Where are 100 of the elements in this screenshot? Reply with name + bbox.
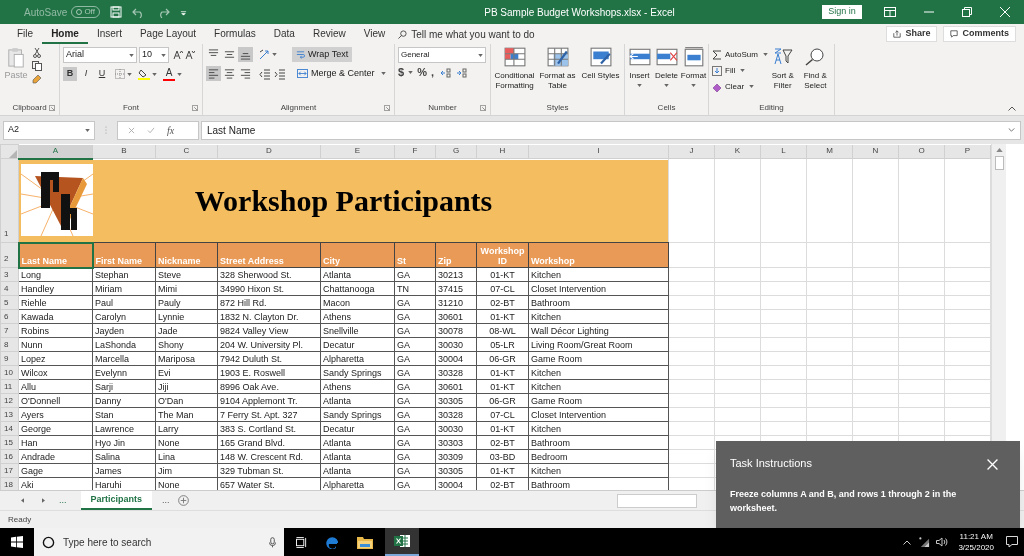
font-size-decrease-icon[interactable] bbox=[185, 50, 195, 60]
column-header[interactable]: O bbox=[898, 144, 945, 159]
caret-icon[interactable] bbox=[478, 53, 483, 57]
volume-icon[interactable] bbox=[936, 537, 949, 547]
font-style-button[interactable]: B bbox=[63, 67, 77, 81]
editing-button[interactable]: Clear bbox=[712, 80, 766, 93]
formula-field[interactable]: Last Name bbox=[201, 120, 1021, 140]
ribbon-tab[interactable]: Review bbox=[303, 24, 355, 44]
copy-icon[interactable] bbox=[32, 61, 42, 71]
styles-button[interactable]: Conditional Formatting bbox=[493, 47, 536, 91]
column-header[interactable]: K bbox=[714, 144, 761, 159]
scroll-right-icon[interactable] bbox=[42, 498, 45, 503]
scroll-up-icon[interactable] bbox=[995, 148, 1003, 152]
increase-decimal-icon[interactable] bbox=[439, 67, 452, 78]
start-icon[interactable] bbox=[11, 536, 23, 548]
wrap-text-button[interactable]: Wrap Text bbox=[292, 47, 353, 62]
column-header[interactable]: M bbox=[806, 144, 853, 159]
caret-icon[interactable] bbox=[380, 72, 386, 75]
comments-button[interactable]: Comments bbox=[943, 26, 1016, 42]
number-format-button[interactable]: $ bbox=[398, 67, 405, 78]
font-style-button[interactable]: I bbox=[79, 67, 93, 81]
share-button[interactable]: Share bbox=[886, 26, 938, 42]
editing-button[interactable]: Sort & Filter bbox=[767, 47, 799, 91]
ribbon-tab[interactable]: View bbox=[354, 24, 395, 44]
caret-icon[interactable] bbox=[85, 128, 90, 132]
format-painter-icon[interactable] bbox=[32, 74, 42, 84]
network-icon[interactable] bbox=[919, 536, 931, 548]
ribbon-tab[interactable]: Formulas bbox=[205, 24, 265, 44]
cells-button[interactable]: Format bbox=[680, 47, 707, 87]
sheet-overflow-button[interactable]: ... bbox=[162, 493, 170, 508]
column-header[interactable]: I bbox=[528, 144, 669, 159]
show-hidden-icon[interactable] bbox=[903, 539, 912, 545]
tell-me-field[interactable]: Tell me what you want to do bbox=[411, 26, 582, 42]
increase-indent-icon[interactable] bbox=[274, 67, 286, 80]
column-header[interactable]: E bbox=[320, 144, 395, 159]
caret-icon[interactable] bbox=[749, 85, 755, 88]
dialog-launcher-icon[interactable] bbox=[49, 105, 55, 111]
notification-icon[interactable] bbox=[1006, 536, 1018, 548]
collapse-ribbon-icon[interactable] bbox=[1008, 106, 1016, 111]
column-header[interactable]: H bbox=[476, 144, 529, 159]
microphone-icon[interactable] bbox=[269, 536, 276, 548]
column-header[interactable]: N bbox=[852, 144, 899, 159]
caret-icon[interactable] bbox=[740, 69, 746, 72]
orientation-icon[interactable] bbox=[259, 48, 271, 61]
column-header[interactable]: P bbox=[944, 144, 991, 159]
ribbon-tab[interactable]: Data bbox=[264, 24, 304, 44]
align-right-icon[interactable] bbox=[238, 66, 253, 81]
row-header[interactable]: 1 bbox=[0, 158, 19, 243]
sign-in-button[interactable]: Sign in bbox=[822, 5, 862, 19]
font-size-increase-icon[interactable] bbox=[173, 50, 183, 60]
fill-color-icon[interactable] bbox=[138, 68, 150, 80]
caret-icon[interactable] bbox=[408, 71, 414, 74]
font-style-button[interactable]: U bbox=[95, 67, 109, 81]
ribbon-display-icon[interactable] bbox=[884, 7, 896, 17]
column-header[interactable]: J bbox=[668, 144, 715, 159]
insert-function-button[interactable]: fx bbox=[167, 122, 175, 138]
close-icon[interactable] bbox=[1000, 7, 1010, 17]
caret-icon[interactable] bbox=[762, 53, 768, 56]
column-header[interactable]: G bbox=[435, 144, 477, 159]
expand-icon[interactable] bbox=[1008, 128, 1015, 132]
check-icon[interactable] bbox=[147, 126, 155, 134]
close-icon[interactable] bbox=[987, 458, 998, 470]
search-input[interactable]: Type here to search bbox=[63, 528, 261, 556]
cells-button[interactable]: Delete bbox=[653, 47, 680, 87]
column-header[interactable]: D bbox=[217, 144, 321, 159]
dialog-launcher-icon[interactable] bbox=[192, 105, 198, 111]
column-header[interactable]: C bbox=[155, 144, 218, 159]
cells-button[interactable]: Insert bbox=[626, 47, 653, 87]
caret-icon[interactable] bbox=[127, 72, 132, 76]
sheet-tab[interactable]: Participants bbox=[80, 491, 153, 510]
merge-center-button[interactable]: Merge & Center bbox=[295, 66, 377, 81]
ribbon-tab[interactable]: Insert bbox=[87, 24, 131, 44]
dialog-launcher-icon[interactable] bbox=[384, 105, 390, 111]
decrease-decimal-icon[interactable] bbox=[455, 67, 468, 78]
number-format-button[interactable]: % bbox=[417, 67, 427, 78]
folder-icon[interactable] bbox=[357, 535, 373, 549]
task-view-icon[interactable] bbox=[296, 536, 307, 548]
font-name-field[interactable]: Arial bbox=[63, 47, 137, 63]
align-left-icon[interactable] bbox=[206, 66, 221, 81]
font-size-field[interactable]: 10 bbox=[139, 47, 169, 63]
align-bottom-icon[interactable] bbox=[238, 47, 253, 62]
caret-icon[interactable] bbox=[152, 72, 157, 76]
restore-icon[interactable] bbox=[962, 7, 972, 17]
caret-icon[interactable] bbox=[161, 53, 166, 57]
editing-button[interactable]: Find & Select bbox=[799, 47, 831, 91]
column-header[interactable]: B bbox=[92, 144, 156, 159]
caret-icon[interactable] bbox=[177, 72, 182, 76]
decrease-indent-icon[interactable] bbox=[259, 67, 271, 80]
add-sheet-icon[interactable] bbox=[177, 495, 189, 506]
styles-button[interactable]: Cell Styles bbox=[579, 47, 622, 81]
number-format-button[interactable]: , bbox=[430, 67, 434, 78]
search-icon[interactable] bbox=[398, 29, 408, 39]
number-format-field[interactable]: General bbox=[398, 47, 486, 63]
editing-button[interactable]: AutoSum bbox=[712, 48, 766, 61]
styles-button[interactable]: Format as Table bbox=[536, 47, 579, 91]
caret-icon[interactable] bbox=[272, 53, 277, 56]
dialog-launcher-icon[interactable] bbox=[480, 105, 486, 111]
name-box[interactable]: A2 bbox=[3, 120, 95, 140]
column-header[interactable]: F bbox=[394, 144, 436, 159]
ribbon-tab[interactable]: File bbox=[8, 24, 43, 44]
